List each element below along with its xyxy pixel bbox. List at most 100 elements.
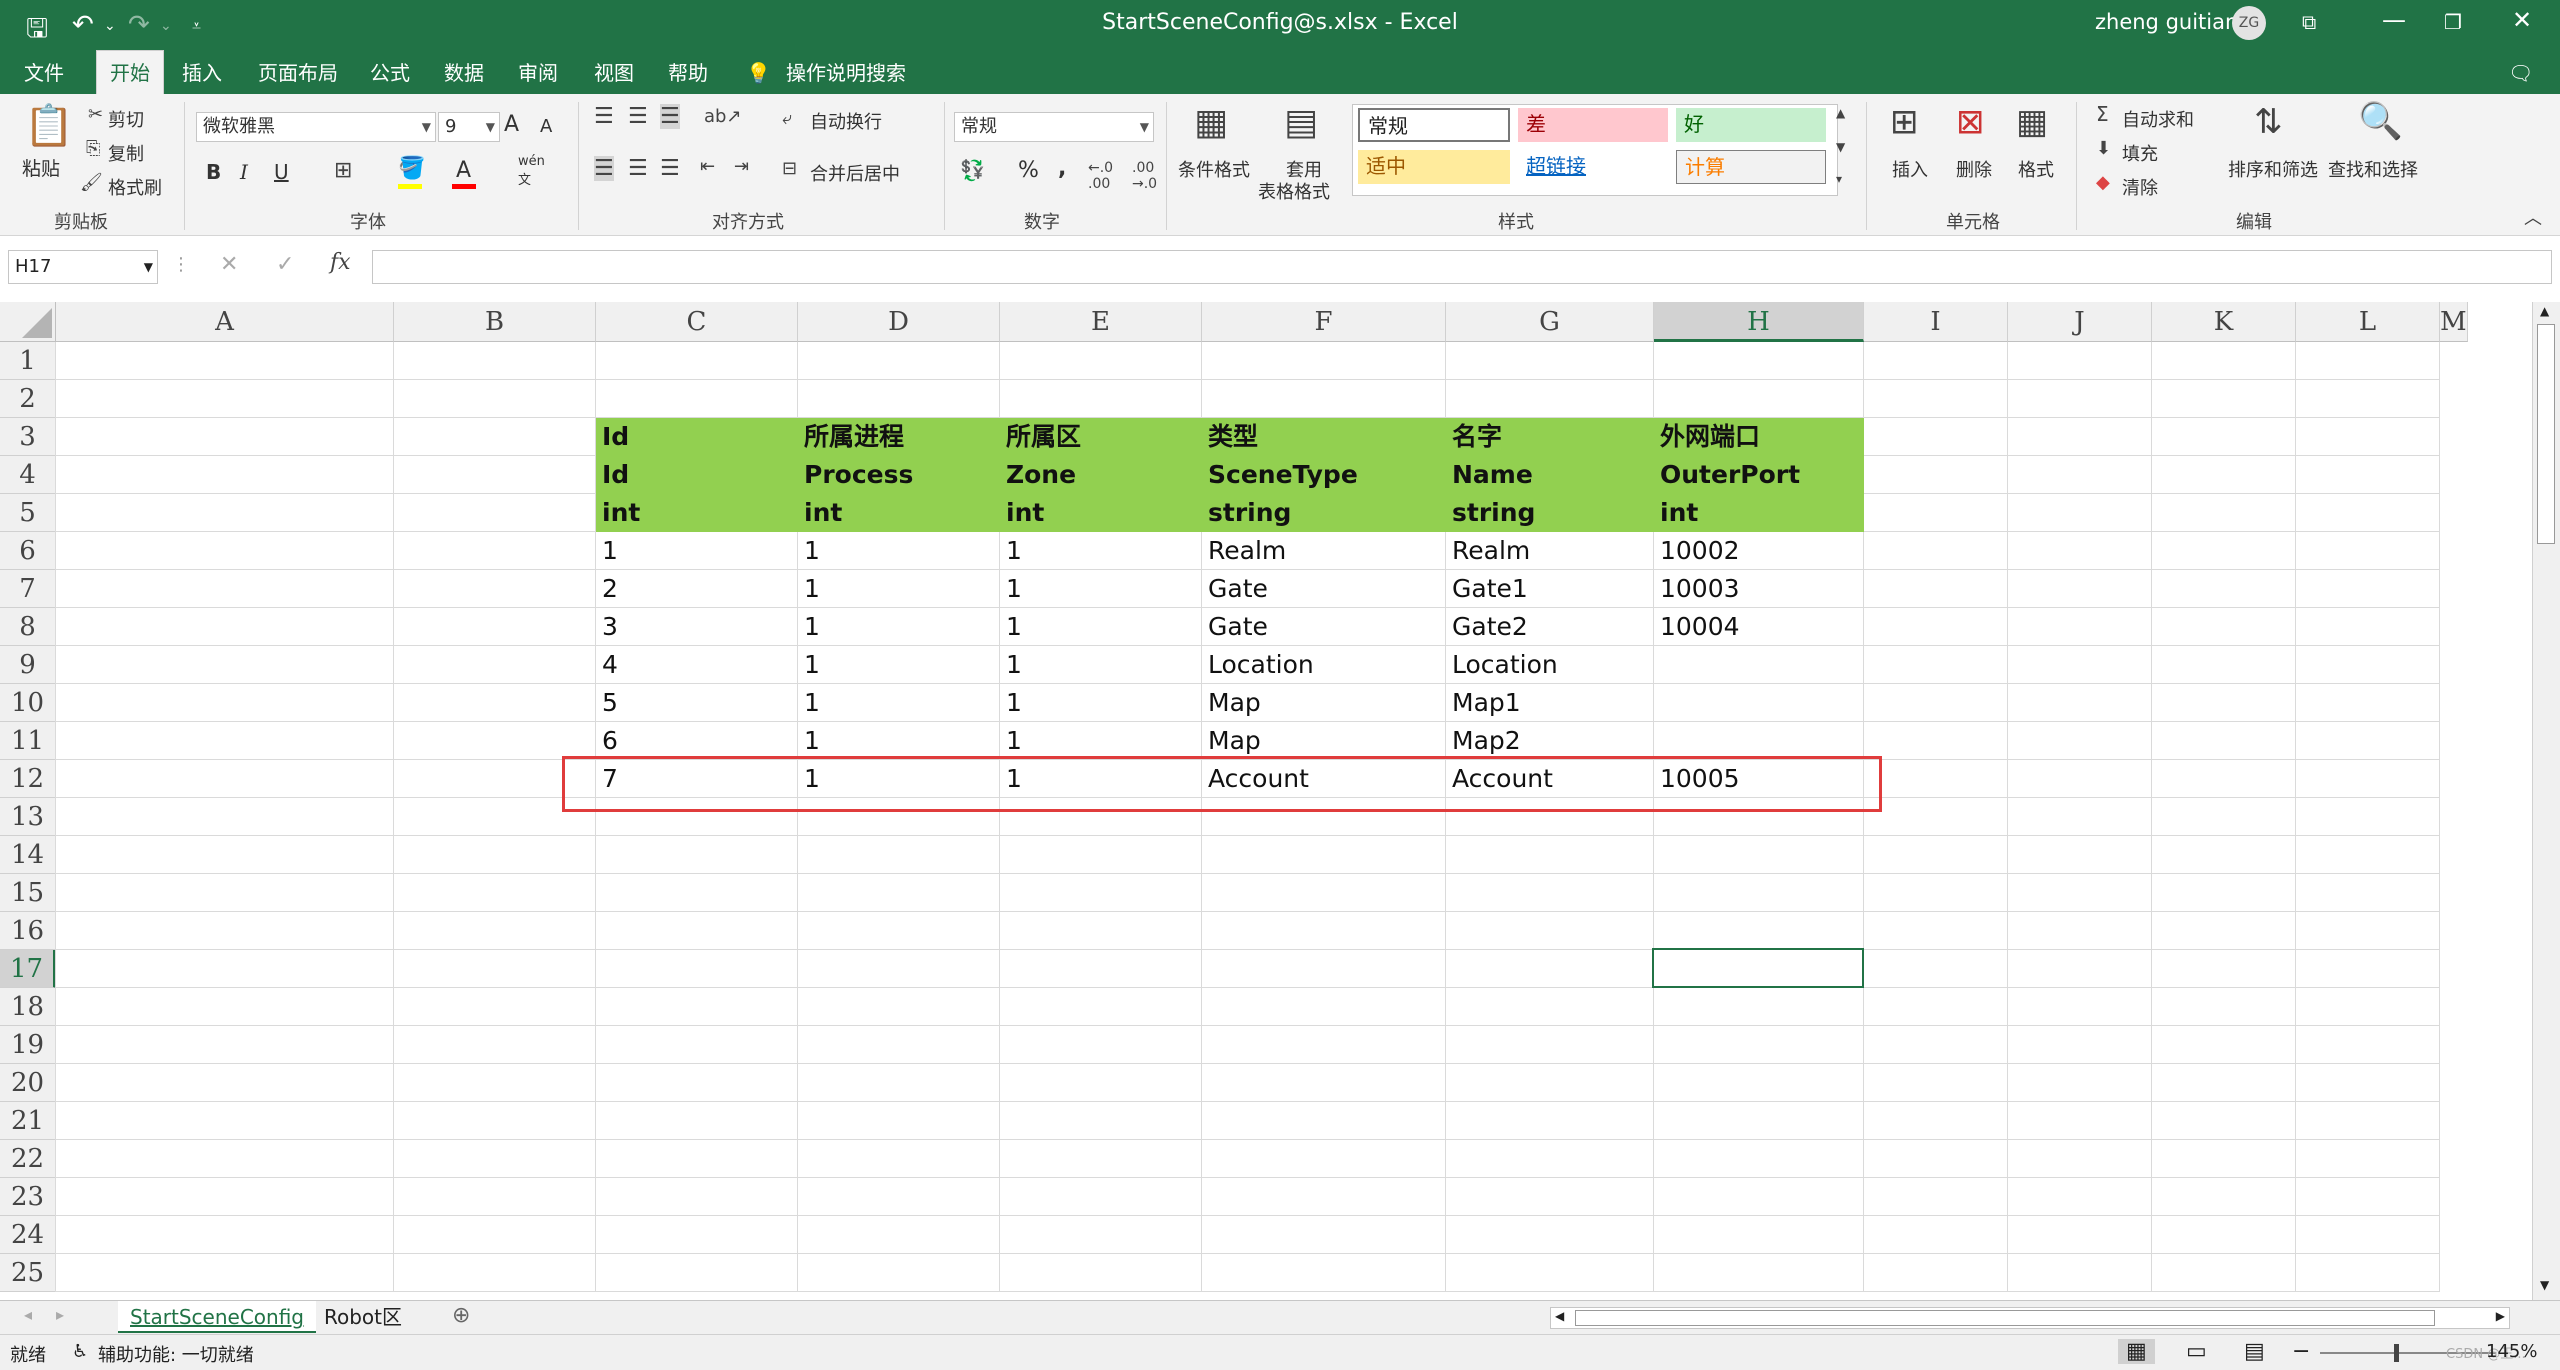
enter-icon[interactable]: ✓ — [276, 252, 294, 277]
zoom-level[interactable]: 145% — [2486, 1341, 2537, 1362]
row-header-15[interactable]: 15 — [0, 874, 56, 912]
row-header-20[interactable]: 20 — [0, 1064, 56, 1102]
row-header-14[interactable]: 14 — [0, 836, 56, 874]
percent-button[interactable]: % — [1018, 158, 1039, 183]
page-layout-view-icon[interactable]: ▭ — [2186, 1339, 2207, 1364]
format-as-table-bottom[interactable]: 表格格式 — [1258, 178, 1330, 204]
data-cell[interactable]: Location — [1446, 646, 1654, 684]
tab-view[interactable]: 视图 — [594, 58, 634, 88]
tab-page-layout[interactable]: 页面布局 — [258, 58, 338, 88]
tab-data[interactable]: 数据 — [444, 58, 484, 88]
autosum-button[interactable]: 自动求和 — [2122, 106, 2194, 132]
clear-button[interactable]: 清除 — [2122, 174, 2158, 200]
row-header-21[interactable]: 21 — [0, 1102, 56, 1140]
phonetic-icon[interactable]: wén 文 — [518, 154, 545, 188]
data-cell[interactable]: Realm — [1446, 532, 1654, 570]
data-cell[interactable]: 1 — [1000, 646, 1202, 684]
column-header-b[interactable]: B — [394, 302, 596, 342]
select-all-button[interactable] — [0, 302, 56, 342]
collapse-ribbon-icon[interactable]: ︿ — [2524, 204, 2542, 230]
tab-home[interactable]: 开始 — [96, 50, 164, 94]
header-cell[interactable]: string — [1202, 494, 1446, 532]
font-size-select[interactable]: 9 ▼ — [438, 112, 500, 142]
tell-me-search[interactable]: 操作说明搜索 — [786, 58, 906, 88]
style-good[interactable]: 好 — [1676, 108, 1826, 142]
scroll-right-icon[interactable]: ▶ — [2496, 1309, 2505, 1323]
row-header-22[interactable]: 22 — [0, 1140, 56, 1178]
delete-cells-button[interactable]: 删除 — [1956, 156, 1992, 182]
column-header-c[interactable]: C — [596, 302, 798, 342]
column-header-d[interactable]: D — [798, 302, 1000, 342]
data-cell[interactable]: 1 — [798, 646, 1000, 684]
gallery-down-icon[interactable]: ▼ — [1836, 140, 1845, 154]
align-bottom-icon[interactable]: ☰ — [660, 104, 680, 129]
column-header-e[interactable]: E — [1000, 302, 1202, 342]
data-cell[interactable]: 1 — [798, 608, 1000, 646]
tab-help[interactable]: 帮助 — [668, 58, 708, 88]
comment-icon[interactable]: 🗨 — [2508, 58, 2533, 88]
style-normal[interactable]: 常规 — [1358, 108, 1510, 142]
row-header-13[interactable]: 13 — [0, 798, 56, 836]
column-header-m[interactable]: M — [2440, 302, 2468, 342]
data-cell[interactable]: 1 — [1000, 532, 1202, 570]
header-cell[interactable]: Id — [596, 418, 798, 456]
header-cell[interactable]: string — [1446, 494, 1654, 532]
row-header-16[interactable]: 16 — [0, 912, 56, 950]
restore-icon[interactable]: ❐ — [2444, 10, 2462, 34]
header-cell[interactable]: 所属进程 — [798, 418, 1000, 456]
sort-filter-button[interactable]: 排序和筛选 — [2228, 156, 2318, 182]
column-header-f[interactable]: F — [1202, 302, 1446, 342]
vertical-scrollbar[interactable]: ▲ ▼ — [2532, 302, 2560, 1300]
borders-icon[interactable]: ⊞ — [334, 158, 352, 183]
column-header-a[interactable]: A — [56, 302, 394, 342]
tab-insert[interactable]: 插入 — [182, 58, 222, 88]
number-format-select[interactable]: 常规 ▼ — [954, 112, 1154, 142]
fill-color-icon[interactable]: 🪣 — [398, 156, 425, 181]
insert-function-button[interactable]: fx — [330, 250, 351, 275]
wrap-text-button[interactable]: 自动换行 — [810, 108, 882, 134]
data-cell[interactable]: 4 — [596, 646, 798, 684]
header-cell[interactable]: int — [596, 494, 798, 532]
header-cell[interactable]: int — [798, 494, 1000, 532]
header-cell[interactable]: 类型 — [1202, 418, 1446, 456]
data-cell[interactable]: Location — [1202, 646, 1446, 684]
cancel-icon[interactable]: ✕ — [220, 252, 238, 277]
conditional-format-button[interactable]: 条件格式 — [1178, 156, 1250, 182]
fill-button[interactable]: 填充 — [2122, 140, 2158, 166]
header-cell[interactable]: SceneType — [1202, 456, 1446, 494]
gallery-up-icon[interactable]: ▲ — [1836, 106, 1845, 120]
minimize-icon[interactable]: — — [2382, 6, 2406, 34]
data-cell[interactable]: Gate — [1202, 608, 1446, 646]
comma-button[interactable]: , — [1058, 156, 1066, 181]
data-cell[interactable] — [1654, 646, 1864, 684]
align-top-icon[interactable]: ☰ — [594, 104, 614, 129]
cut-icon[interactable]: ✂ — [88, 104, 103, 125]
data-cell[interactable]: 1 — [1000, 722, 1202, 760]
column-header-g[interactable]: G — [1446, 302, 1654, 342]
data-cell[interactable]: 10002 — [1654, 532, 1864, 570]
decrease-decimal-icon[interactable]: .00 →.0 — [1132, 160, 1157, 192]
row-header-9[interactable]: 9 — [0, 646, 56, 684]
row-header-5[interactable]: 5 — [0, 494, 56, 532]
data-cell[interactable]: 10004 — [1654, 608, 1864, 646]
formula-input[interactable] — [372, 250, 2552, 284]
data-cell[interactable]: 6 — [596, 722, 798, 760]
zoom-slider-thumb[interactable] — [2394, 1344, 2399, 1362]
increase-decimal-icon[interactable]: ←.0.00 — [1088, 160, 1113, 192]
header-cell[interactable]: 外网端口 — [1654, 418, 1864, 456]
style-neutral[interactable]: 适中 — [1358, 150, 1510, 184]
header-cell[interactable]: Process — [798, 456, 1000, 494]
selected-cell[interactable] — [1652, 948, 1864, 988]
row-header-24[interactable]: 24 — [0, 1216, 56, 1254]
scroll-down-icon[interactable]: ▼ — [2540, 1278, 2549, 1292]
name-box[interactable]: H17 ▼ — [8, 250, 158, 284]
orientation-icon[interactable]: ab↗ — [704, 106, 742, 127]
format-cells-button[interactable]: 格式 — [2018, 156, 2054, 182]
ribbon-display-icon[interactable]: ⧉ — [2302, 10, 2316, 34]
row-header-7[interactable]: 7 — [0, 570, 56, 608]
tab-formulas[interactable]: 公式 — [370, 58, 410, 88]
data-cell[interactable]: 3 — [596, 608, 798, 646]
format-painter-icon[interactable]: 🖌 — [80, 172, 103, 193]
column-header-j[interactable]: J — [2008, 302, 2152, 342]
gallery-more-icon[interactable]: ▾ — [1836, 172, 1842, 186]
